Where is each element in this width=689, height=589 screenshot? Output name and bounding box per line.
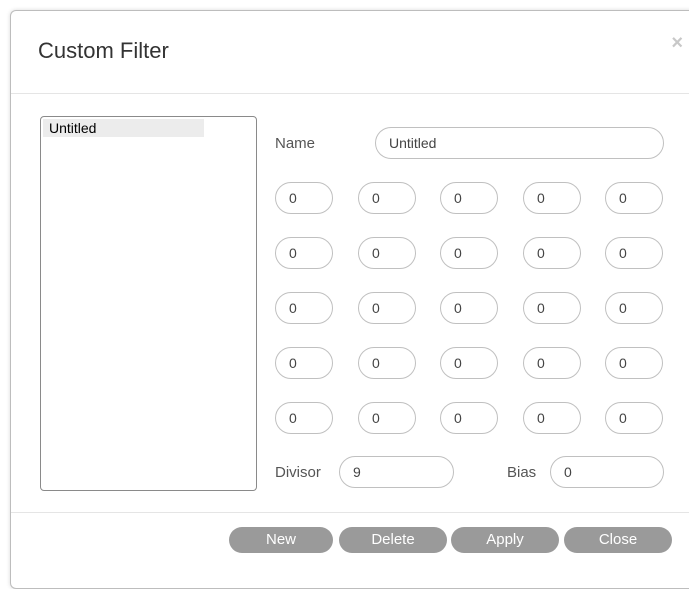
dialog-title: Custom Filter (38, 38, 169, 63)
name-label: Name (275, 135, 316, 152)
kernel-cell-r1-c1[interactable]: 0 (275, 182, 333, 214)
close-button[interactable]: Close (564, 527, 672, 553)
kernel-cell-r1-c3[interactable]: 0 (440, 182, 498, 214)
kernel-cell-r1-c5[interactable]: 0 (605, 182, 663, 214)
divisor-input[interactable]: 9 (339, 456, 454, 488)
dialog-footer (11, 512, 689, 513)
kernel-cell-r2-c5[interactable]: 0 (605, 237, 663, 269)
bias-label: Bias (507, 464, 537, 481)
kernel-cell-r5-c3[interactable]: 0 (440, 402, 498, 434)
kernel-cell-r3-c2[interactable]: 0 (358, 292, 416, 324)
name-input[interactable]: Untitled (375, 127, 664, 159)
kernel-cell-r1-c4[interactable]: 0 (523, 182, 581, 214)
kernel-cell-r2-c2[interactable]: 0 (358, 237, 416, 269)
filter-list-item[interactable]: Untitled (43, 119, 204, 137)
kernel-cell-r4-c3[interactable]: 0 (440, 347, 498, 379)
kernel-cell-r5-c4[interactable]: 0 (523, 402, 581, 434)
kernel-cell-r4-c1[interactable]: 0 (275, 347, 333, 379)
kernel-cell-r2-c4[interactable]: 0 (523, 237, 581, 269)
kernel-cell-r5-c5[interactable]: 0 (605, 402, 663, 434)
kernel-cell-r1-c2[interactable]: 0 (358, 182, 416, 214)
apply-button[interactable]: Apply (451, 527, 559, 553)
kernel-cell-r3-c1[interactable]: 0 (275, 292, 333, 324)
dialog-header: Custom Filter × (11, 11, 689, 94)
bias-input[interactable]: 0 (550, 456, 664, 488)
kernel-cell-r5-c1[interactable]: 0 (275, 402, 333, 434)
custom-filter-dialog: Custom Filter × Untitled Name Untitled 0… (10, 10, 689, 589)
close-icon[interactable]: × (671, 33, 683, 53)
kernel-cell-r5-c2[interactable]: 0 (358, 402, 416, 434)
kernel-cell-r2-c3[interactable]: 0 (440, 237, 498, 269)
divisor-label: Divisor (275, 464, 321, 481)
filter-list[interactable]: Untitled (40, 116, 257, 491)
kernel-cell-r4-c5[interactable]: 0 (605, 347, 663, 379)
kernel-cell-r4-c2[interactable]: 0 (358, 347, 416, 379)
kernel-cell-r3-c4[interactable]: 0 (523, 292, 581, 324)
kernel-cell-r3-c3[interactable]: 0 (440, 292, 498, 324)
kernel-cell-r2-c1[interactable]: 0 (275, 237, 333, 269)
new-button[interactable]: New (229, 527, 333, 553)
delete-button[interactable]: Delete (339, 527, 447, 553)
kernel-cell-r4-c4[interactable]: 0 (523, 347, 581, 379)
kernel-cell-r3-c5[interactable]: 0 (605, 292, 663, 324)
